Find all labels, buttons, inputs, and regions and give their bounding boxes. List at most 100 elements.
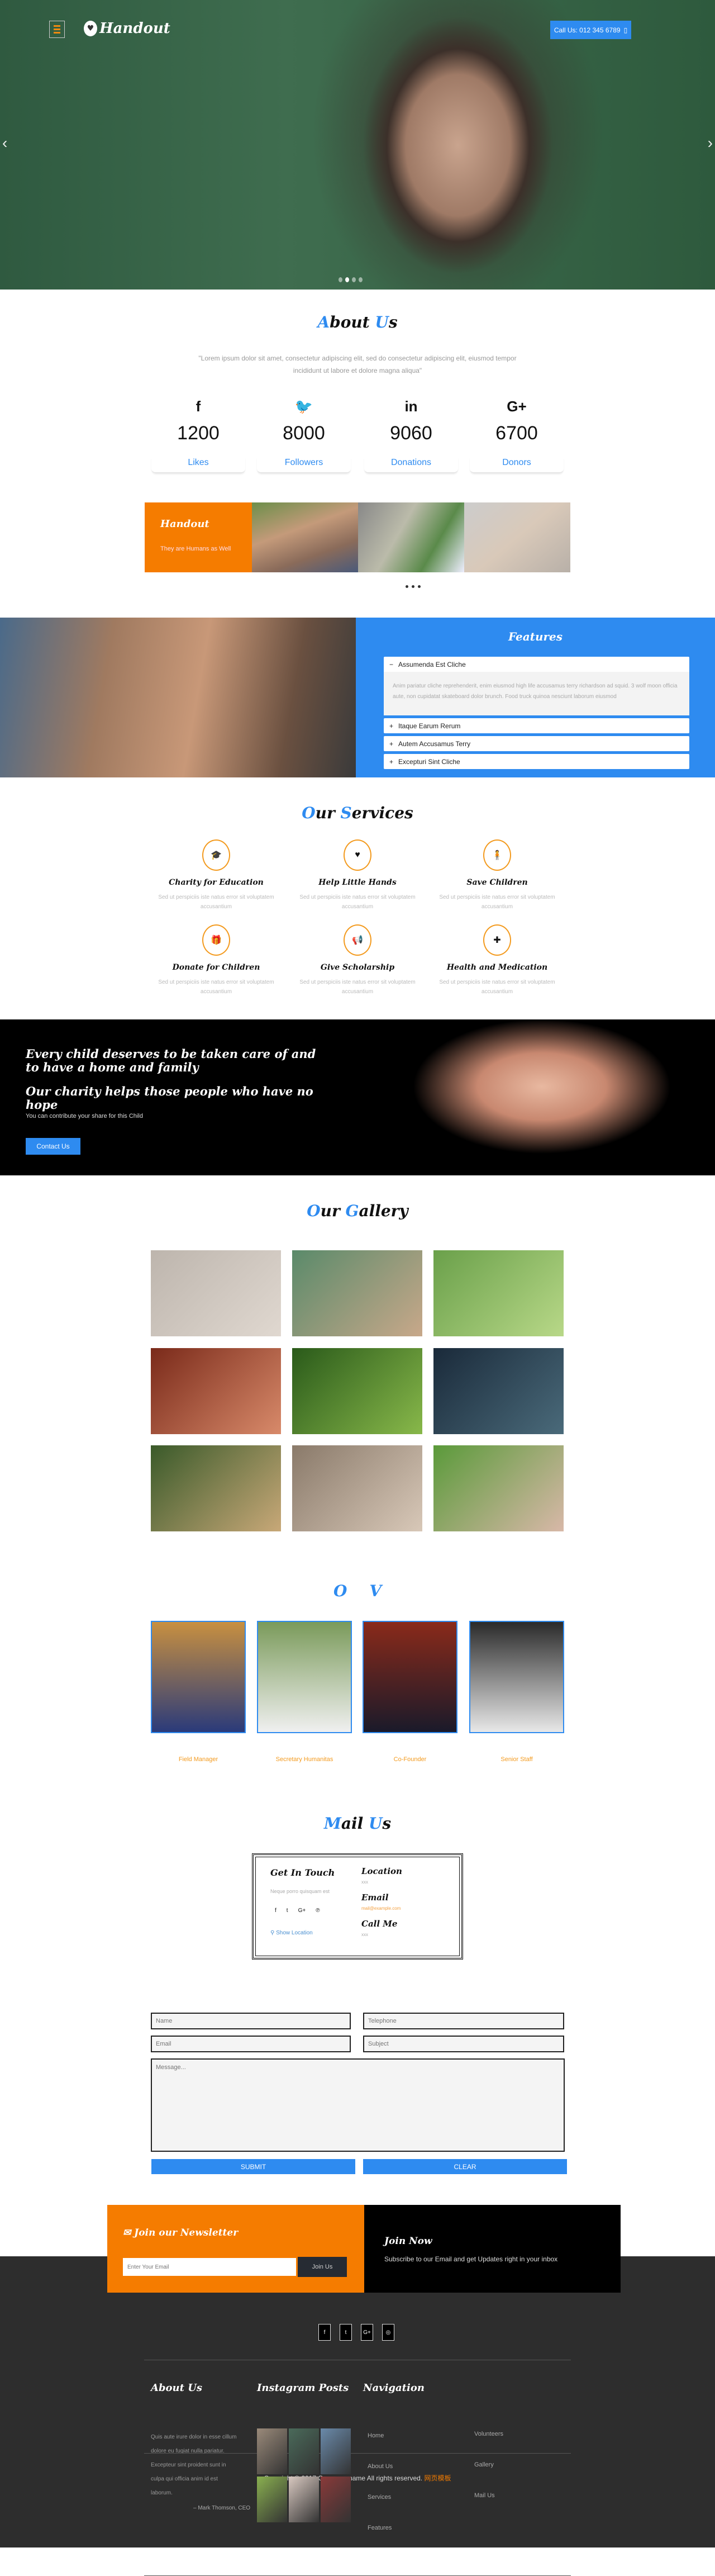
child-icon: 🧍 [483, 839, 511, 871]
accordion-item[interactable]: − Assumenda Est Cliche Anim pariatur clich… [384, 657, 689, 715]
volunteer-role: Senior Staff [500, 1756, 533, 1763]
heart-icon: ♥ [84, 21, 97, 36]
footer-nav-link[interactable]: Services [368, 2494, 391, 2501]
service-item: 🎁 Donate for Children Sed ut perspiciis is… [146, 924, 286, 997]
footer-nav-link[interactable]: Mail Us [474, 2492, 495, 2499]
carousel-dots[interactable] [406, 585, 421, 588]
stat-donors: G+ 6700 Donors [470, 398, 564, 473]
slider-dots[interactable] [339, 277, 363, 282]
stat-followers: 🐦 8000 Followers [257, 398, 351, 473]
contact-us-button[interactable]: Contact Us [26, 1138, 80, 1155]
accordion-item[interactable]: + Itaque Earum Rerum [384, 718, 689, 733]
slide-dot-active[interactable] [345, 277, 349, 282]
dribbble-icon[interactable]: ◎ [382, 2324, 394, 2341]
slider-next-arrow[interactable]: › [708, 134, 713, 152]
accordion-item[interactable]: + Excepturi Sint Cliche [384, 754, 689, 769]
service-item: 🎓 Charity for Education Sed ut perspiciis … [146, 839, 286, 912]
accordion-item[interactable]: + Autem Accusamus Terry [384, 736, 689, 751]
facebook-icon[interactable]: f [275, 1908, 277, 1914]
gallery-image[interactable] [433, 1250, 564, 1336]
handout-card: Handout They are Humans as Well [145, 502, 252, 572]
volunteer-photo [469, 1621, 564, 1733]
children-photo [252, 502, 358, 572]
medkit-icon: ✚ [483, 924, 511, 956]
call-us-button[interactable]: Call Us: 012 345 6789 ▯ [550, 21, 631, 39]
gallery-image[interactable] [292, 1445, 422, 1531]
instagram-post[interactable] [321, 2428, 351, 2474]
volunteer-photo [363, 1621, 457, 1733]
show-location-link[interactable]: ⚲ Show Location [270, 1930, 313, 1936]
service-item: 🧍 Save Children Sed ut perspiciis iste nat… [427, 839, 567, 912]
footer-nav-link[interactable]: Home [368, 2432, 384, 2439]
footer-nav-link[interactable]: About Us [368, 2463, 393, 2470]
slide-dot[interactable] [339, 277, 342, 282]
gallery-image[interactable] [151, 1348, 281, 1434]
newsletter-email-input[interactable] [123, 2258, 296, 2276]
pinterest-icon[interactable]: ℗ [316, 1908, 320, 1914]
mail-title: Mail Us [323, 1814, 392, 1833]
google-plus-icon[interactable]: G+ [298, 1908, 306, 1914]
children-photo [358, 502, 464, 572]
message-textarea[interactable] [151, 2058, 565, 2152]
submit-button[interactable]: SUBMIT [151, 2159, 355, 2174]
volunteer-photo [257, 1621, 352, 1733]
twitter-icon[interactable]: 🐦 [257, 398, 351, 415]
children-photo [464, 502, 570, 572]
plus-icon: + [389, 722, 394, 730]
instagram-post[interactable] [289, 2428, 319, 2474]
clear-button[interactable]: CLEAR [363, 2159, 567, 2174]
plus-icon: + [389, 739, 394, 748]
stat-likes: f 1200 Likes [151, 398, 245, 473]
footer-nav-link[interactable]: Gallery [474, 2461, 494, 2468]
email-link[interactable]: mail@example.com [361, 1906, 402, 1911]
footer-nav-link[interactable]: Volunteers [474, 2431, 503, 2437]
facebook-icon[interactable]: f [151, 398, 245, 415]
gallery-image[interactable] [292, 1250, 422, 1336]
features-photo [0, 618, 356, 777]
twitter-icon[interactable]: t [340, 2324, 352, 2341]
cta-banner: Every child deserves to be taken care of… [0, 1019, 715, 1175]
gallery-image[interactable] [151, 1250, 281, 1336]
about-title: About Us [317, 313, 398, 331]
stat-donations: in 9060 Donations [364, 398, 458, 473]
instagram-post[interactable] [257, 2477, 287, 2522]
service-item: ✚ Health and Medication Sed ut perspiciis … [427, 924, 567, 997]
map-marker-icon: ⚲ [270, 1930, 277, 1936]
gallery-image[interactable] [292, 1348, 422, 1434]
google-plus-icon[interactable]: G+ [361, 2324, 373, 2341]
service-item: ♥ Help Little Hands Sed ut perspiciis iste… [288, 839, 427, 912]
linkedin-icon[interactable]: in [364, 398, 458, 415]
join-us-button[interactable]: Join Us [298, 2257, 347, 2277]
gallery-image[interactable] [151, 1445, 281, 1531]
join-now-panel: Join Now Subscribe to our Email and get … [364, 2205, 621, 2293]
subject-input[interactable] [363, 2036, 564, 2052]
logo[interactable]: ♥ Handout [84, 20, 170, 37]
instagram-post[interactable] [257, 2428, 287, 2474]
twitter-icon[interactable]: t [287, 1908, 288, 1914]
menu-button[interactable] [49, 21, 65, 38]
instagram-post[interactable] [289, 2477, 319, 2522]
name-input[interactable] [151, 2013, 351, 2029]
gallery-image[interactable] [433, 1348, 564, 1434]
template-link[interactable]: 网页模板 [424, 2474, 451, 2482]
megaphone-icon: 📢 [344, 924, 371, 956]
gallery-image[interactable] [433, 1445, 564, 1531]
google-plus-icon[interactable]: G+ [470, 398, 564, 415]
footer-nav-link[interactable]: Features [368, 2525, 392, 2531]
volunteer-role: Co-Founder [393, 1756, 427, 1763]
slider-prev-arrow[interactable]: ‹ [2, 134, 7, 152]
volunteer-photo [151, 1621, 246, 1733]
facebook-icon[interactable]: f [318, 2324, 331, 2341]
volunteer-role: Field Manager [178, 1756, 218, 1763]
telephone-input[interactable] [363, 2013, 564, 2029]
instagram-post[interactable] [321, 2477, 351, 2522]
slide-dot[interactable] [352, 277, 356, 282]
graduation-cap-icon: 🎓 [202, 839, 230, 871]
email-input[interactable] [151, 2036, 351, 2052]
divider [144, 2453, 571, 2454]
hero-slider: ♥ Handout Call Us: 012 345 6789 ▯ ‹ › [0, 0, 715, 290]
hands-photo [358, 1019, 715, 1175]
services-title: Our Services [302, 804, 413, 822]
slide-dot[interactable] [359, 277, 363, 282]
heart-pin-icon: ♥ [344, 839, 371, 871]
